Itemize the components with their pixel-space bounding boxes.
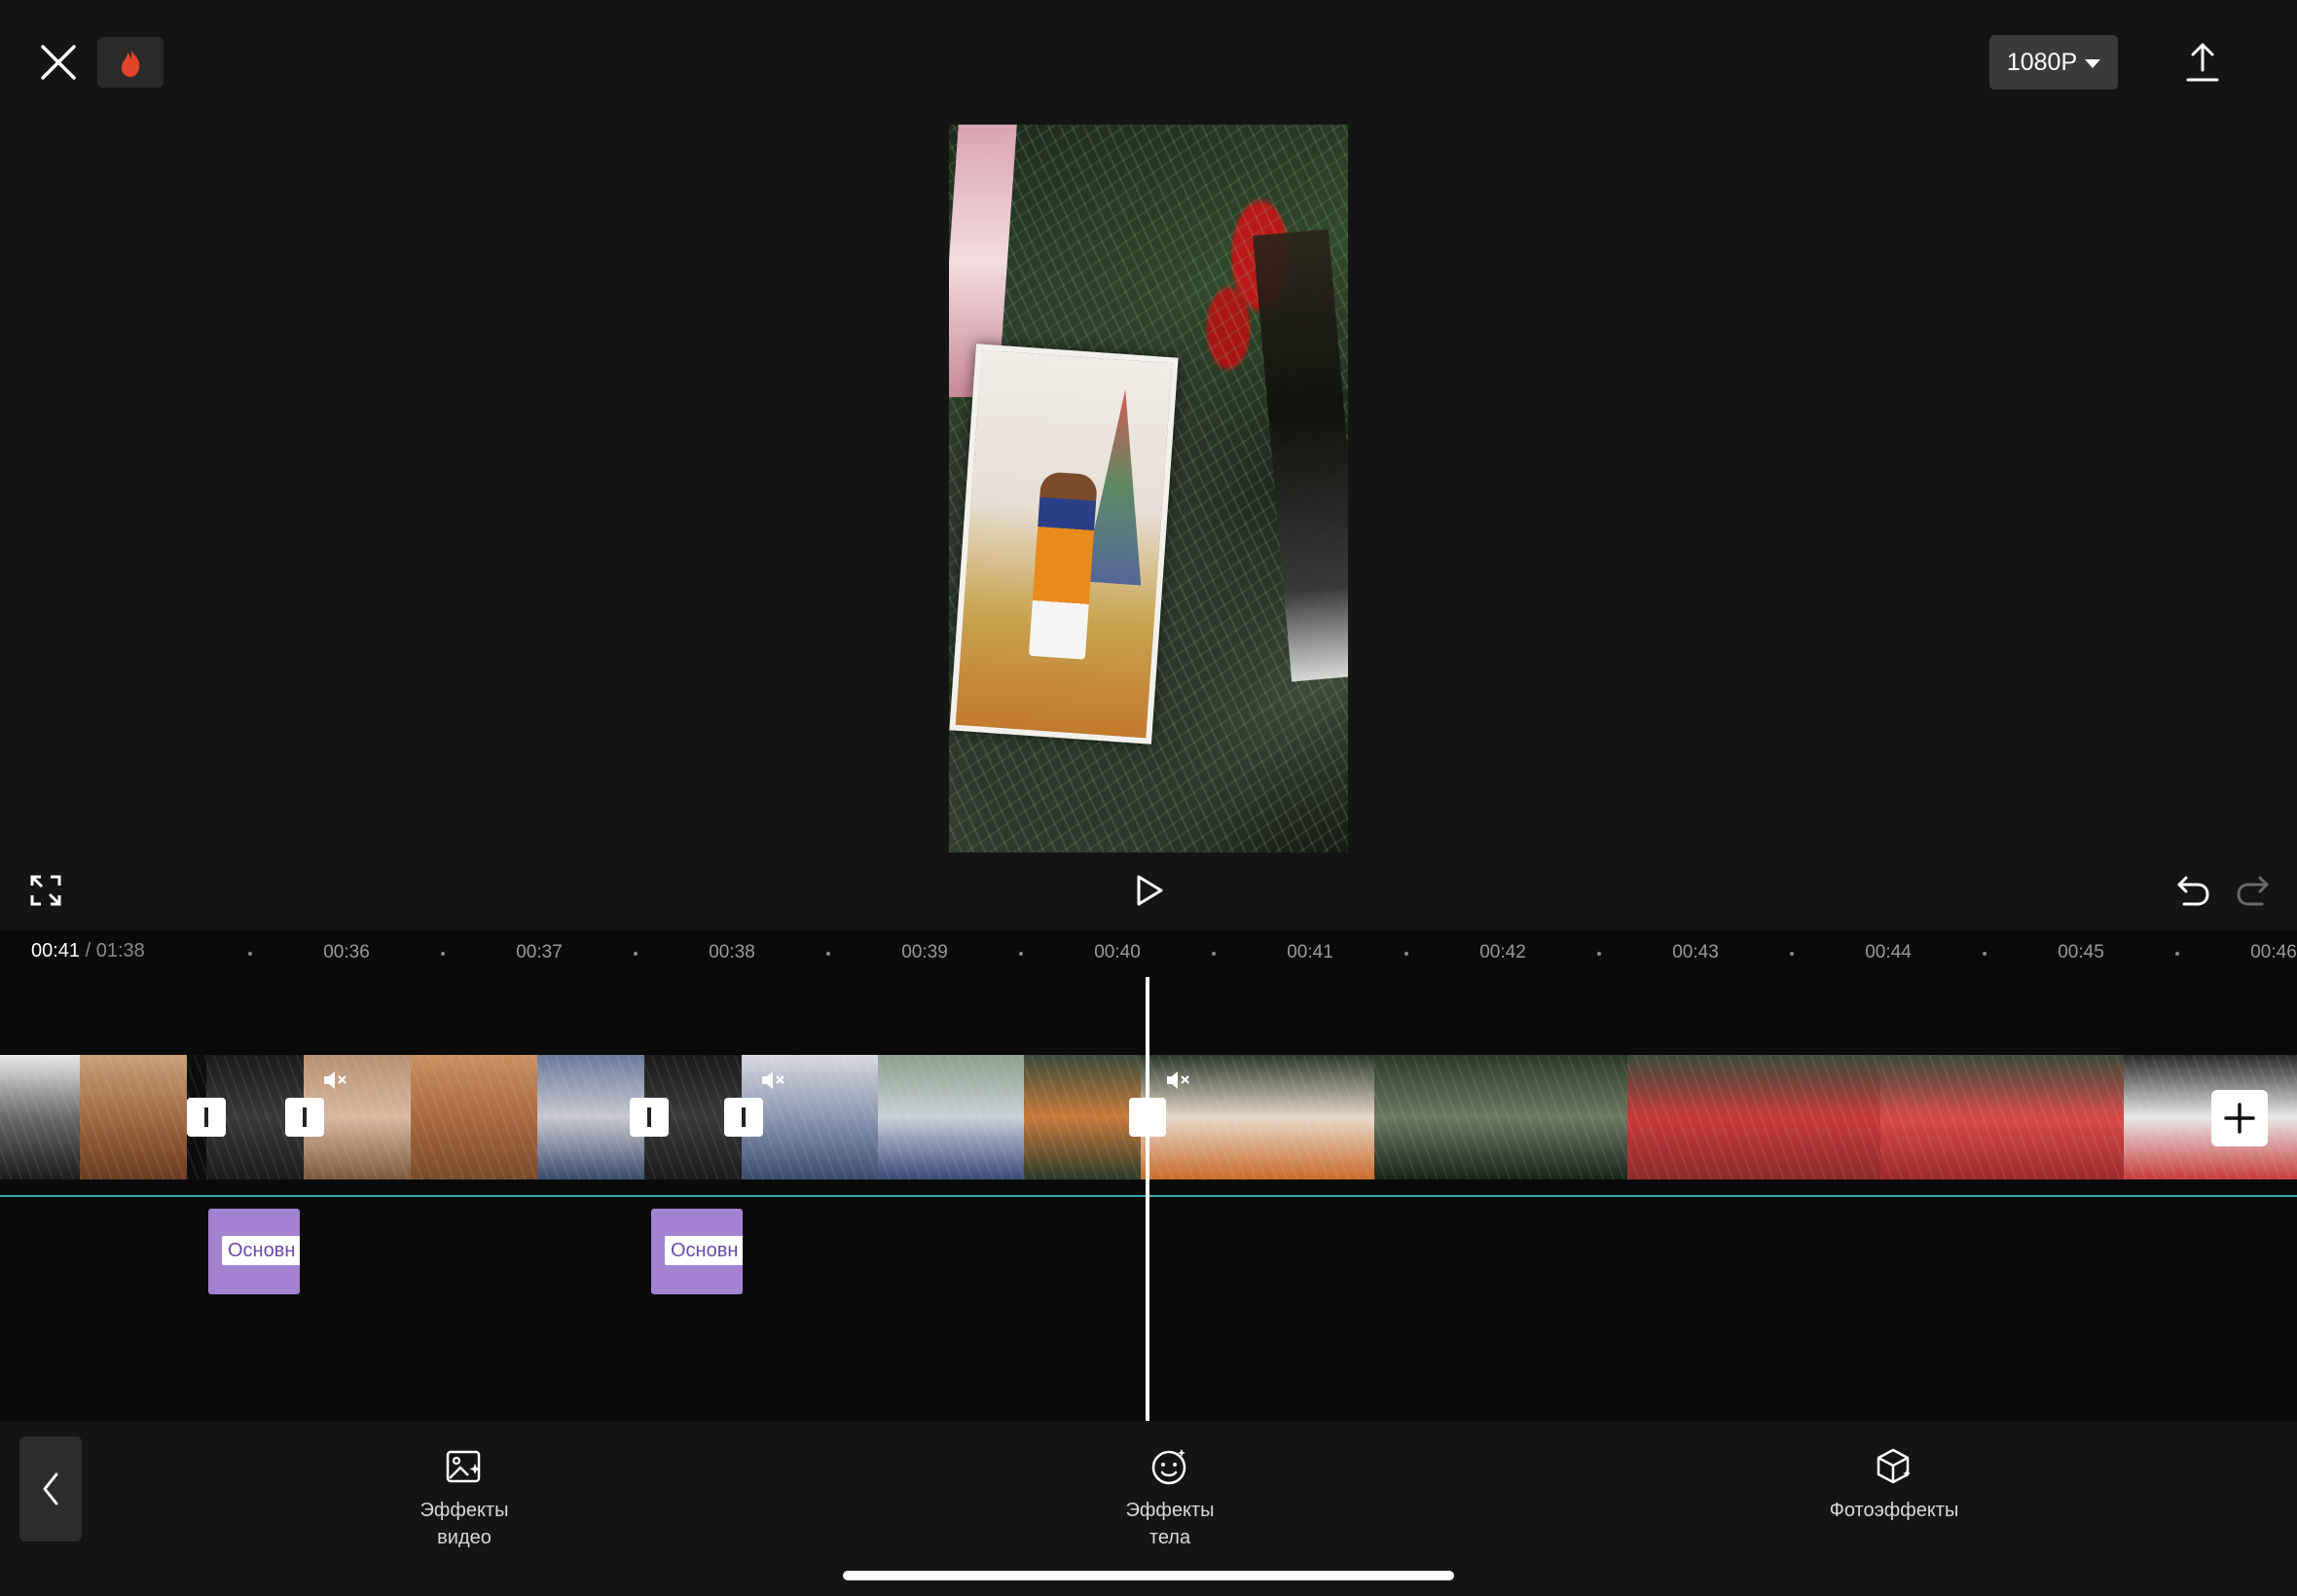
timecode: 00:41 / 01:38 <box>31 940 145 962</box>
tick-label: 00:46 <box>2250 942 2297 962</box>
video-preview[interactable] <box>949 125 1348 852</box>
play-icon <box>1137 875 1163 906</box>
track-frame[interactable] <box>80 1055 187 1179</box>
play-button[interactable] <box>1135 874 1164 907</box>
fullscreen-icon <box>30 875 61 906</box>
plus-icon <box>2224 1103 2255 1134</box>
tick-label: 00:37 <box>516 942 563 962</box>
tool-label: Эффекты <box>419 1500 509 1521</box>
transition-marker[interactable] <box>724 1098 763 1137</box>
tick-label: 00:38 <box>709 942 755 962</box>
muted-speaker-icon <box>1167 1071 1189 1089</box>
tick-label: 00:39 <box>901 942 948 962</box>
track-frame[interactable] <box>537 1055 644 1179</box>
home-indicator[interactable] <box>843 1571 1454 1580</box>
flame-icon <box>121 49 140 77</box>
chevron-left-icon <box>43 1472 58 1505</box>
tick-dot <box>634 952 638 956</box>
tick-dot <box>441 952 445 956</box>
tool-label: Фотоэффекты <box>1829 1500 1959 1521</box>
fullscreen-button[interactable] <box>29 874 62 907</box>
tick-label: 00:44 <box>1865 942 1912 962</box>
effect-clip[interactable]: Основн <box>651 1209 743 1294</box>
resolution-label: 1080P <box>2006 48 2078 76</box>
tick-dot <box>1983 952 1987 956</box>
track-frame[interactable] <box>411 1055 537 1179</box>
redo-button[interactable] <box>2235 874 2270 907</box>
effect-clip[interactable]: Основн <box>208 1209 300 1294</box>
tick-label: 00:43 <box>1672 942 1719 962</box>
total-time: 01:38 <box>95 940 145 961</box>
track-frame[interactable] <box>1880 1055 2124 1179</box>
effect-clip-label: Основн <box>665 1236 743 1265</box>
tick-dot <box>248 952 252 956</box>
time-separator: / <box>85 940 91 961</box>
current-time: 00:41 <box>31 940 81 961</box>
tick-dot <box>2175 952 2179 956</box>
tick-label: 00:41 <box>1287 942 1333 962</box>
playhead-handle[interactable] <box>1129 1098 1166 1137</box>
export-upload-icon <box>2186 43 2219 82</box>
track-frame[interactable] <box>878 1055 1024 1179</box>
muted-speaker-icon <box>762 1071 784 1089</box>
close-button[interactable] <box>37 41 80 84</box>
transition-marker[interactable] <box>630 1098 669 1137</box>
back-button[interactable] <box>19 1436 82 1542</box>
playhead[interactable] <box>1146 977 1149 1421</box>
tool-body-effects[interactable]: Эффекты тела <box>1063 1446 1277 1551</box>
track-frame[interactable] <box>1627 1055 1880 1179</box>
tool-label: видео <box>437 1527 492 1548</box>
effect-clip-label: Основн <box>222 1236 300 1265</box>
tick-label: 00:42 <box>1479 942 1526 962</box>
redo-icon <box>2237 876 2269 906</box>
undo-button[interactable] <box>2176 874 2211 907</box>
body-effects-icon <box>1151 1449 1186 1485</box>
photo-effects-icon <box>1877 1448 1911 1484</box>
preview-hanging-photo <box>949 344 1179 744</box>
tick-dot <box>1404 952 1408 956</box>
transition-marker[interactable] <box>285 1098 324 1137</box>
track-frame[interactable] <box>1374 1055 1627 1179</box>
resolution-dropdown[interactable]: 1080P <box>1989 35 2118 90</box>
photo-girl-figure <box>1028 471 1099 660</box>
add-clip-button[interactable] <box>2211 1090 2268 1146</box>
tick-label: 00:36 <box>323 942 370 962</box>
tool-video-effects[interactable]: Эффекты видео <box>357 1446 571 1551</box>
tool-photo-effects[interactable]: Фотоэффекты <box>1787 1446 2001 1524</box>
tick-label: 00:40 <box>1094 942 1141 962</box>
tick-dot <box>1597 952 1601 956</box>
track-frame[interactable] <box>2124 1055 2297 1179</box>
track-frame[interactable] <box>1024 1055 1141 1179</box>
tick-dot <box>1019 952 1023 956</box>
video-effects-icon <box>446 1450 481 1483</box>
muted-speaker-icon <box>324 1071 346 1089</box>
tool-label: тела <box>1148 1527 1191 1548</box>
tick-dot <box>826 952 830 956</box>
tool-label: Эффекты <box>1125 1500 1215 1521</box>
chevron-down-icon <box>2085 58 2101 68</box>
track-frame[interactable] <box>0 1055 80 1179</box>
close-icon <box>41 45 76 80</box>
pro-flame-button[interactable] <box>97 37 164 88</box>
tick-dot <box>1212 952 1216 956</box>
export-button[interactable] <box>2184 41 2221 84</box>
tick-label: 00:45 <box>2058 942 2104 962</box>
undo-icon <box>2177 876 2209 906</box>
transition-marker[interactable] <box>187 1098 226 1137</box>
tick-dot <box>1790 952 1794 956</box>
